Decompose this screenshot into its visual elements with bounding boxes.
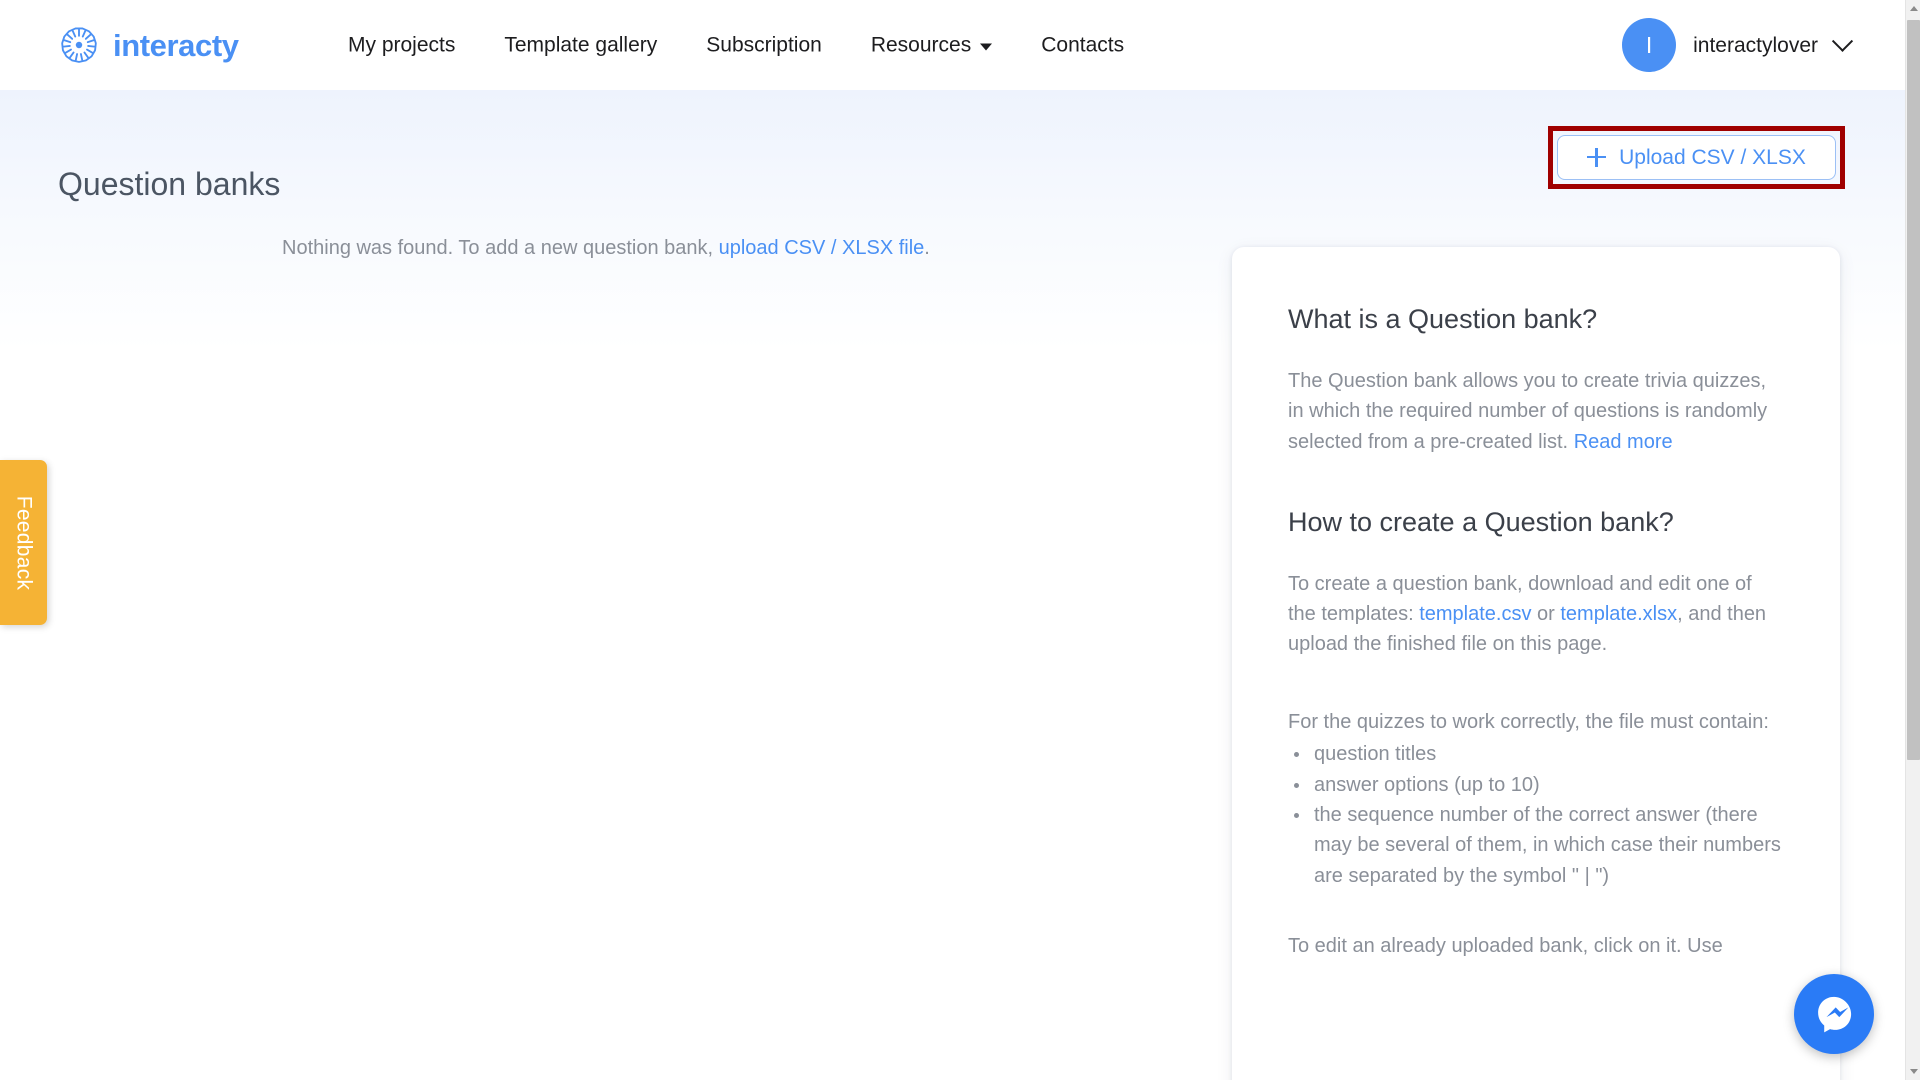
read-more-link[interactable]: Read more xyxy=(1574,431,1673,453)
info-card: What is a Question bank? The Question ba… xyxy=(1232,247,1840,1080)
empty-state-text-after: . xyxy=(924,237,930,259)
info-requirements-intro: For the quizzes to work correctly, the f… xyxy=(1288,710,1769,733)
list-item: the sequence number of the correct answe… xyxy=(1288,800,1784,891)
template-xlsx-link[interactable]: template.xlsx xyxy=(1560,603,1677,625)
feedback-tab[interactable]: Feedback xyxy=(0,460,47,625)
info-heading-what-is: What is a Question bank? xyxy=(1288,304,1598,334)
info-requirements-list: question titles answer options (up to 10… xyxy=(1288,739,1784,891)
nav-item-resources[interactable]: Resources xyxy=(870,33,993,57)
nav-item-contacts[interactable]: Contacts xyxy=(1041,35,1124,56)
site-header: interacty My projects Template gallery S… xyxy=(0,0,1905,90)
account-username: interactylover xyxy=(1693,33,1818,57)
scroll-up-arrow-icon[interactable] xyxy=(1906,0,1920,17)
info-heading-how-to-create: How to create a Question bank? xyxy=(1288,506,1674,537)
main-navigation: My projects Template gallery Subscriptio… xyxy=(348,35,1124,56)
info-body-what-is: The Question bank allows you to create t… xyxy=(1288,369,1768,453)
scrollbar-thumb[interactable] xyxy=(1907,20,1920,760)
nav-label-my-projects: My projects xyxy=(348,33,456,57)
brand-name: interacty xyxy=(113,27,239,63)
page-content: Question banks Upload CSV / XLSX Nothing… xyxy=(0,90,1905,1080)
scroll-down-arrow-icon[interactable] xyxy=(1906,1063,1920,1080)
chevron-down-icon xyxy=(980,43,993,50)
page-title: Question banks xyxy=(58,166,281,202)
info-paragraph-how-to-create: To create a question bank, download and … xyxy=(1288,569,1784,660)
empty-state-upload-link[interactable]: upload CSV / XLSX file xyxy=(719,237,925,259)
nav-item-my-projects[interactable]: My projects xyxy=(348,35,455,56)
brand-logo[interactable]: interacty xyxy=(56,22,239,68)
info-body-between: or xyxy=(1537,603,1555,626)
app-page: interacty My projects Template gallery S… xyxy=(0,0,1920,1080)
facebook-messenger-icon xyxy=(1818,996,1852,1033)
list-item: answer options (up to 10) xyxy=(1288,770,1784,800)
nav-label-subscription: Subscription xyxy=(706,33,822,57)
nav-item-subscription[interactable]: Subscription xyxy=(706,35,822,56)
nav-item-template-gallery[interactable]: Template gallery xyxy=(504,35,657,56)
nav-label-template-gallery: Template gallery xyxy=(504,33,658,57)
messenger-chat-button[interactable] xyxy=(1794,974,1874,1054)
plus-icon xyxy=(1587,148,1607,167)
template-csv-link[interactable]: template.csv xyxy=(1419,603,1531,625)
chevron-down-icon xyxy=(1831,30,1854,52)
info-paragraph-what-is: The Question bank allows you to create t… xyxy=(1288,366,1784,457)
interacty-radial-logo-icon xyxy=(61,27,97,63)
account-menu[interactable]: I interactylover xyxy=(1622,18,1854,72)
feedback-tab-label: Feedback xyxy=(12,495,35,590)
nav-label-resources: Resources xyxy=(870,33,972,57)
list-item: question titles xyxy=(1288,739,1784,769)
info-edit-note-clipped: To edit an already uploaded bank, click … xyxy=(1288,935,1723,958)
empty-state-text-before: Nothing was found. To add a new question… xyxy=(282,237,714,259)
nav-label-contacts: Contacts xyxy=(1041,33,1125,57)
upload-csv-xlsx-button[interactable]: Upload CSV / XLSX xyxy=(1557,135,1836,180)
avatar: I xyxy=(1622,18,1677,72)
upload-button-label: Upload CSV / XLSX xyxy=(1619,146,1806,169)
page-scrollbar[interactable] xyxy=(1905,0,1920,1080)
empty-state-message: Nothing was found. To add a new question… xyxy=(282,238,930,258)
